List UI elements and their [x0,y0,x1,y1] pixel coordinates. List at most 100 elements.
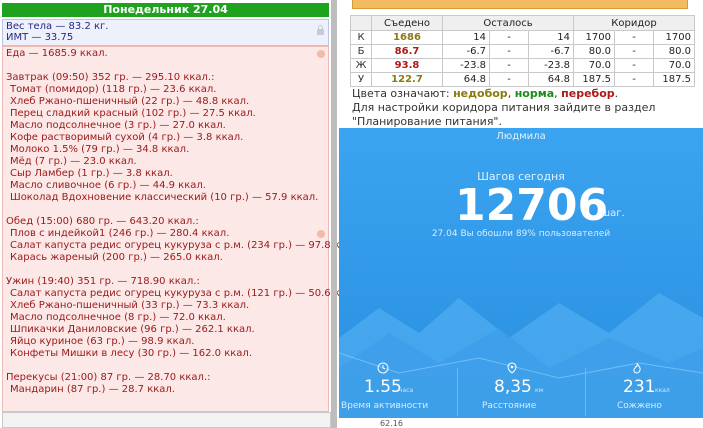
meal-item: Масло подсолнечное (3 гр.) — 27.0 ккал. [10,120,226,131]
meal-title-breakfast[interactable]: Завтрак (09:50) 352 гр. — 295.10 ккал.: [6,72,214,84]
meal-item: Карась жареный (200 гр.) — 265.0 ккал. [10,252,223,263]
left-min: -23.8 [442,58,490,73]
eaten-value: 122.7 [371,72,443,87]
stat-divider [585,368,586,416]
left-min: -6.7 [442,44,490,59]
day-header[interactable]: Понедельник 27.04 [2,3,329,17]
corridor-min: 70.0 [573,58,615,73]
table-header-eaten: Съедено [371,15,443,31]
steps-unit: шаг. [601,208,625,219]
range-dash: - [489,58,529,73]
corridor-min: 80.0 [573,44,615,59]
table-row: У 122.7 64.8 - 64.8 187.5 - 187.5 [350,72,695,87]
meal-item: Конфеты Мишки в лесу (30 гр.) — 162.0 кк… [10,348,252,359]
calories-burned-unit: ккал [655,387,670,394]
panel-divider [331,0,337,428]
left-min: 14 [442,30,490,45]
flame-icon [633,362,641,374]
meal-item: Салат капуста редис огурец кукуруза с р.… [10,288,362,299]
diary-footer-bar [2,412,331,428]
hint-line-2[interactable]: "Планирование питания". [352,115,502,129]
left-max: 14 [528,30,574,45]
steps-screenshot: Людмила Шагов сегодня 12706 шаг. 27.04 В… [339,128,703,428]
corridor-max: 80.0 [653,44,695,59]
meal-item: Мандарин (87 гр.) — 28.7 ккал. [10,384,175,395]
table-header-left: Осталось [442,15,574,31]
legend-sep: , [507,87,515,100]
range-dash: - [489,72,529,87]
meal-item: Сыр Ламбер (1 гр.) — 3.8 ккал. [10,168,173,179]
range-dash: - [489,44,529,59]
steps-count: 12706 [455,180,609,231]
range-dash: - [614,58,654,73]
hint-line-1: Для настройки коридора питания зайдите в… [352,101,656,114]
orange-header-bar [352,0,688,9]
bottom-fragment: 62.16 [380,419,403,428]
meal-item: Молоко 1.5% (79 гр.) — 34.8 ккал. [10,144,190,155]
legend-prefix: Цвета означают: [352,87,454,100]
corridor-max: 70.0 [653,58,695,73]
row-label: Ж [350,58,372,73]
legend-norm: норма [514,87,555,100]
corridor-max: 1700 [653,30,695,45]
left-max: -23.8 [528,58,574,73]
meal-item: Хлеб Ржано-пшеничный (33 гр.) — 73.3 кка… [10,300,250,311]
table-header-corridor: Коридор [573,15,695,31]
meal-item: Мёд (7 гр.) — 23.0 ккал. [10,156,137,167]
meal-item: Кофе растворимый сухой (4 гр.) — 3.8 кка… [10,132,244,143]
range-dash: - [489,30,529,45]
table-header-row: Съедено Осталось Коридор [350,15,695,31]
row-label: К [350,30,372,45]
meal-item: Перец сладкий красный (102 гр.) — 27.5 к… [10,108,256,119]
meal-item: Хлеб Ржано-пшеничный (22 гр.) — 48.8 кка… [10,96,250,107]
meal-item: Салат капуста редис огурец кукуруза с р.… [10,240,362,251]
corridor-max: 187.5 [653,72,695,87]
table-row: К 1686 14 - 14 1700 - 1700 [350,30,695,45]
clock-icon [377,362,389,374]
corridor-min: 187.5 [573,72,615,87]
table-row: Б 86.7 -6.7 - -6.7 80.0 - 80.0 [350,44,695,59]
eaten-value: 1686 [371,30,443,45]
steps-note: 27.04 Вы обошли 89% пользователей [431,229,611,239]
active-time-value: 1.55 [364,377,402,397]
meal-item: Шпикачки Даниловские (96 гр.) — 262.1 кк… [10,324,255,335]
table-row: Ж 93.8 -23.8 - -23.8 70.0 - 70.0 [350,58,695,73]
meal-item: Шоколад Вдохновение классический (10 гр.… [10,192,319,203]
meal-item: Масло сливочное (6 гр.) — 44.9 ккал. [10,180,206,191]
left-max: 64.8 [528,72,574,87]
meal-apple-icon[interactable] [317,230,325,238]
eaten-value: 86.7 [371,44,443,59]
active-time-label: Время активности [341,401,429,411]
meal-title-dinner[interactable]: Ужин (19:40) 351 гр. — 718.90 ккал.: [6,276,200,288]
food-apple-icon[interactable] [317,50,325,58]
calories-burned-value: 231 [623,377,656,397]
left-max: -6.7 [528,44,574,59]
meal-item: Яйцо куриное (63 гр.) — 98.9 ккал. [10,336,195,347]
location-icon [507,362,517,374]
food-box: Еда — 1685.9 ккал. Завтрак (09:50) 352 г… [2,46,362,412]
table-header-empty [350,15,372,31]
distance-unit: км [535,387,544,394]
active-time-unit: часа [399,387,414,394]
diary-panel: Понедельник 27.04 Вес тела — 83.2 кг. ИМ… [0,0,362,428]
body-metrics-box: Вес тела — 83.2 кг. ИМТ — 33.75 [2,19,329,46]
row-label: У [350,72,372,87]
row-label: Б [350,44,372,59]
bmi-text: ИМТ — 33.75 [6,32,74,43]
legend-end: . [614,87,619,100]
legend-under: недобор [453,87,508,100]
meal-title-lunch[interactable]: Обед (15:00) 680 гр. — 643.20 ккал.: [6,216,199,228]
meal-item: Масло подсолнечное (8 гр.) — 72.0 ккал. [10,312,226,323]
meal-title-snacks[interactable]: Перекусы (21:00) 87 гр. — 28.70 ккал.: [6,372,211,384]
nutrition-table: Съедено Осталось Коридор К 1686 14 - 14 … [350,15,695,87]
left-min: 64.8 [442,72,490,87]
meal-item: Плов с индейкой1 (246 гр.) — 280.4 ккал. [10,228,230,239]
distance-value: 8,35 [494,377,532,397]
legend-over: перебор [561,87,615,100]
distance-label: Расстояние [482,401,537,411]
eaten-value: 93.8 [371,58,443,73]
range-dash: - [614,72,654,87]
color-legend: Цвета означают: недобор, норма, перебор. [352,87,618,101]
lock-icon[interactable] [317,25,324,35]
meal-item: Томат (помидор) (118 гр.) — 23.6 ккал. [10,84,217,95]
